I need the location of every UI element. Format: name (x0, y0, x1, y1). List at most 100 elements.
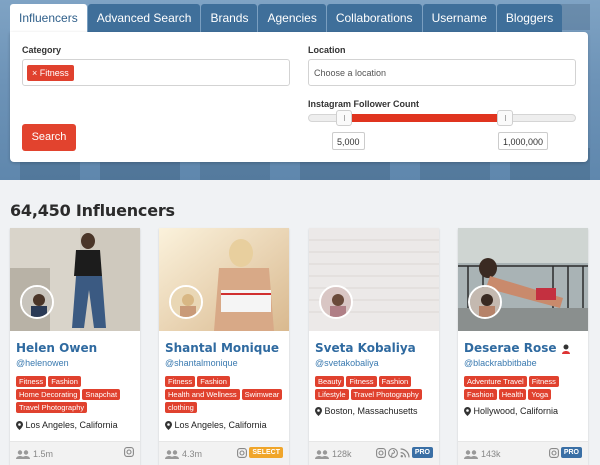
users-icon (16, 449, 30, 459)
tab-collaborations[interactable]: Collaborations (326, 4, 422, 32)
tab-advanced-search[interactable]: Advanced Search (87, 4, 201, 32)
influencer-name-text: Deserae Rose (464, 341, 557, 355)
influencer-name[interactable]: Helen Owen (16, 341, 97, 355)
follower-range-slider[interactable] (308, 110, 576, 126)
follower-count-text: 1.5m (33, 449, 54, 459)
follower-count-text: 4.3m (182, 449, 203, 459)
tag[interactable]: Health (498, 389, 527, 400)
location-text: Hollywood, California (473, 406, 559, 416)
tag[interactable]: Fitness (528, 376, 559, 387)
pro-badge: PRO (411, 447, 433, 458)
influencer-handle[interactable]: @helenowen (16, 358, 69, 368)
tag[interactable]: Adventure Travel (464, 376, 527, 387)
map-marker-icon (16, 421, 23, 431)
card-footer: 1.5m (10, 441, 140, 465)
network-badges (124, 447, 134, 457)
instagram-icon[interactable] (548, 447, 559, 458)
tag[interactable]: clothing (165, 402, 197, 413)
users-icon (165, 449, 179, 459)
tab-brands[interactable]: Brands (201, 4, 258, 32)
tag[interactable]: Fitness (165, 376, 196, 387)
card-footer: 4.3m SELECT (159, 441, 289, 465)
map-marker-icon (315, 407, 322, 417)
network-badges: SELECT (237, 447, 283, 458)
slider-min-handle[interactable] (336, 110, 352, 126)
tag-list: Adventure Travel Fitness Fashion Health … (464, 376, 586, 402)
influencer-handle[interactable]: @shantalmonique (165, 358, 238, 368)
pinterest-icon[interactable] (387, 447, 398, 458)
tag[interactable]: Health and Wellness (165, 389, 240, 400)
influencer-card[interactable]: Helen Owen @helenowen Fitness Fashion Ho… (10, 228, 140, 465)
avatar (20, 285, 54, 319)
map-marker-icon (464, 407, 471, 417)
follower-count-text: 128k (332, 449, 352, 459)
search-button[interactable]: Search (22, 124, 76, 151)
follower-count: 4.3m (165, 449, 202, 459)
tag[interactable]: Beauty (315, 376, 345, 387)
tag[interactable]: Home Decorating (16, 389, 81, 400)
tag[interactable]: Fashion (197, 376, 230, 387)
users-icon (315, 449, 329, 459)
location: Los Angeles, California (165, 420, 267, 431)
tag[interactable]: Travel Photography (350, 389, 422, 400)
influencer-card[interactable]: Deserae Rose @blackrabbitbabe Adventure … (458, 228, 588, 465)
tab-username[interactable]: Username (422, 4, 496, 32)
tab-influencers[interactable]: Influencers (10, 4, 87, 32)
tag[interactable]: Fitness (346, 376, 377, 387)
rss-icon[interactable] (400, 447, 410, 458)
location-input[interactable]: Choose a location (308, 59, 576, 86)
location-label: Location (308, 45, 346, 55)
instagram-icon[interactable] (237, 447, 248, 458)
location: Boston, Massachusetts (315, 406, 418, 417)
tab-bloggers[interactable]: Bloggers (496, 4, 563, 32)
tag[interactable]: Travel Photography (16, 402, 88, 413)
category-chip-fitness[interactable]: × Fitness (27, 65, 74, 81)
follower-count-text: 143k (481, 449, 501, 459)
location-text: Los Angeles, California (174, 420, 267, 430)
instagram-icon[interactable] (124, 447, 134, 457)
influencer-card[interactable]: Shantal Monique @shantalmonique Fitness … (159, 228, 289, 465)
influencer-name[interactable]: Sveta Kobaliya (315, 341, 416, 355)
tag[interactable]: Fashion (464, 389, 497, 400)
tag-list: Fitness Fashion Health and Wellness Swim… (165, 376, 287, 415)
results-count-title: 64,450 Influencers (10, 201, 175, 220)
pro-badge: PRO (560, 447, 582, 458)
search-panel: Category × Fitness Location Choose a loc… (10, 32, 588, 162)
follower-count: 1.5m (16, 449, 53, 459)
follower-count: 143k (464, 449, 501, 459)
select-badge: SELECT (249, 447, 283, 458)
influencer-name[interactable]: Shantal Monique (165, 341, 279, 355)
category-label: Category (22, 45, 62, 55)
network-badges: PRO (375, 447, 433, 458)
follower-count-label: Instagram Follower Count (308, 99, 420, 109)
avatar (319, 285, 353, 319)
slider-max-handle[interactable] (497, 110, 513, 126)
location: Hollywood, California (464, 406, 559, 417)
category-input[interactable]: × Fitness (22, 59, 290, 86)
users-icon (464, 449, 478, 459)
tag[interactable]: Snapchat (82, 389, 121, 400)
influencer-card[interactable]: Sveta Kobaliya @svetakobaliya Beauty Fit… (309, 228, 439, 465)
tag[interactable]: Lifestyle (315, 389, 349, 400)
follower-max-value[interactable]: 1,000,000 (498, 132, 549, 150)
tag[interactable]: Fashion (48, 376, 81, 387)
influencer-name[interactable]: Deserae Rose (464, 341, 571, 355)
card-footer: 143k PRO (458, 441, 588, 465)
network-badges: PRO (548, 447, 582, 458)
tag[interactable]: Fitness (16, 376, 47, 387)
location-placeholder: Choose a location (314, 68, 387, 78)
slider-fill (344, 114, 505, 122)
avatar (169, 285, 203, 319)
nav-tabs: Influencers Advanced Search Brands Agenc… (10, 4, 563, 32)
tag[interactable]: Fashion (378, 376, 412, 387)
follower-count: 128k (315, 449, 352, 459)
tag-list: Beauty Fitness Fashion Lifestyle Travel … (315, 376, 437, 402)
instagram-icon[interactable] (375, 447, 386, 458)
avatar (468, 285, 502, 319)
influencer-handle[interactable]: @svetakobaliya (315, 358, 379, 368)
tab-agencies[interactable]: Agencies (258, 4, 326, 32)
influencer-handle[interactable]: @blackrabbitbabe (464, 358, 537, 368)
tag[interactable]: Swimwear (241, 389, 283, 400)
tag[interactable]: Yoga (528, 389, 552, 400)
follower-min-value[interactable]: 5,000 (332, 132, 365, 150)
